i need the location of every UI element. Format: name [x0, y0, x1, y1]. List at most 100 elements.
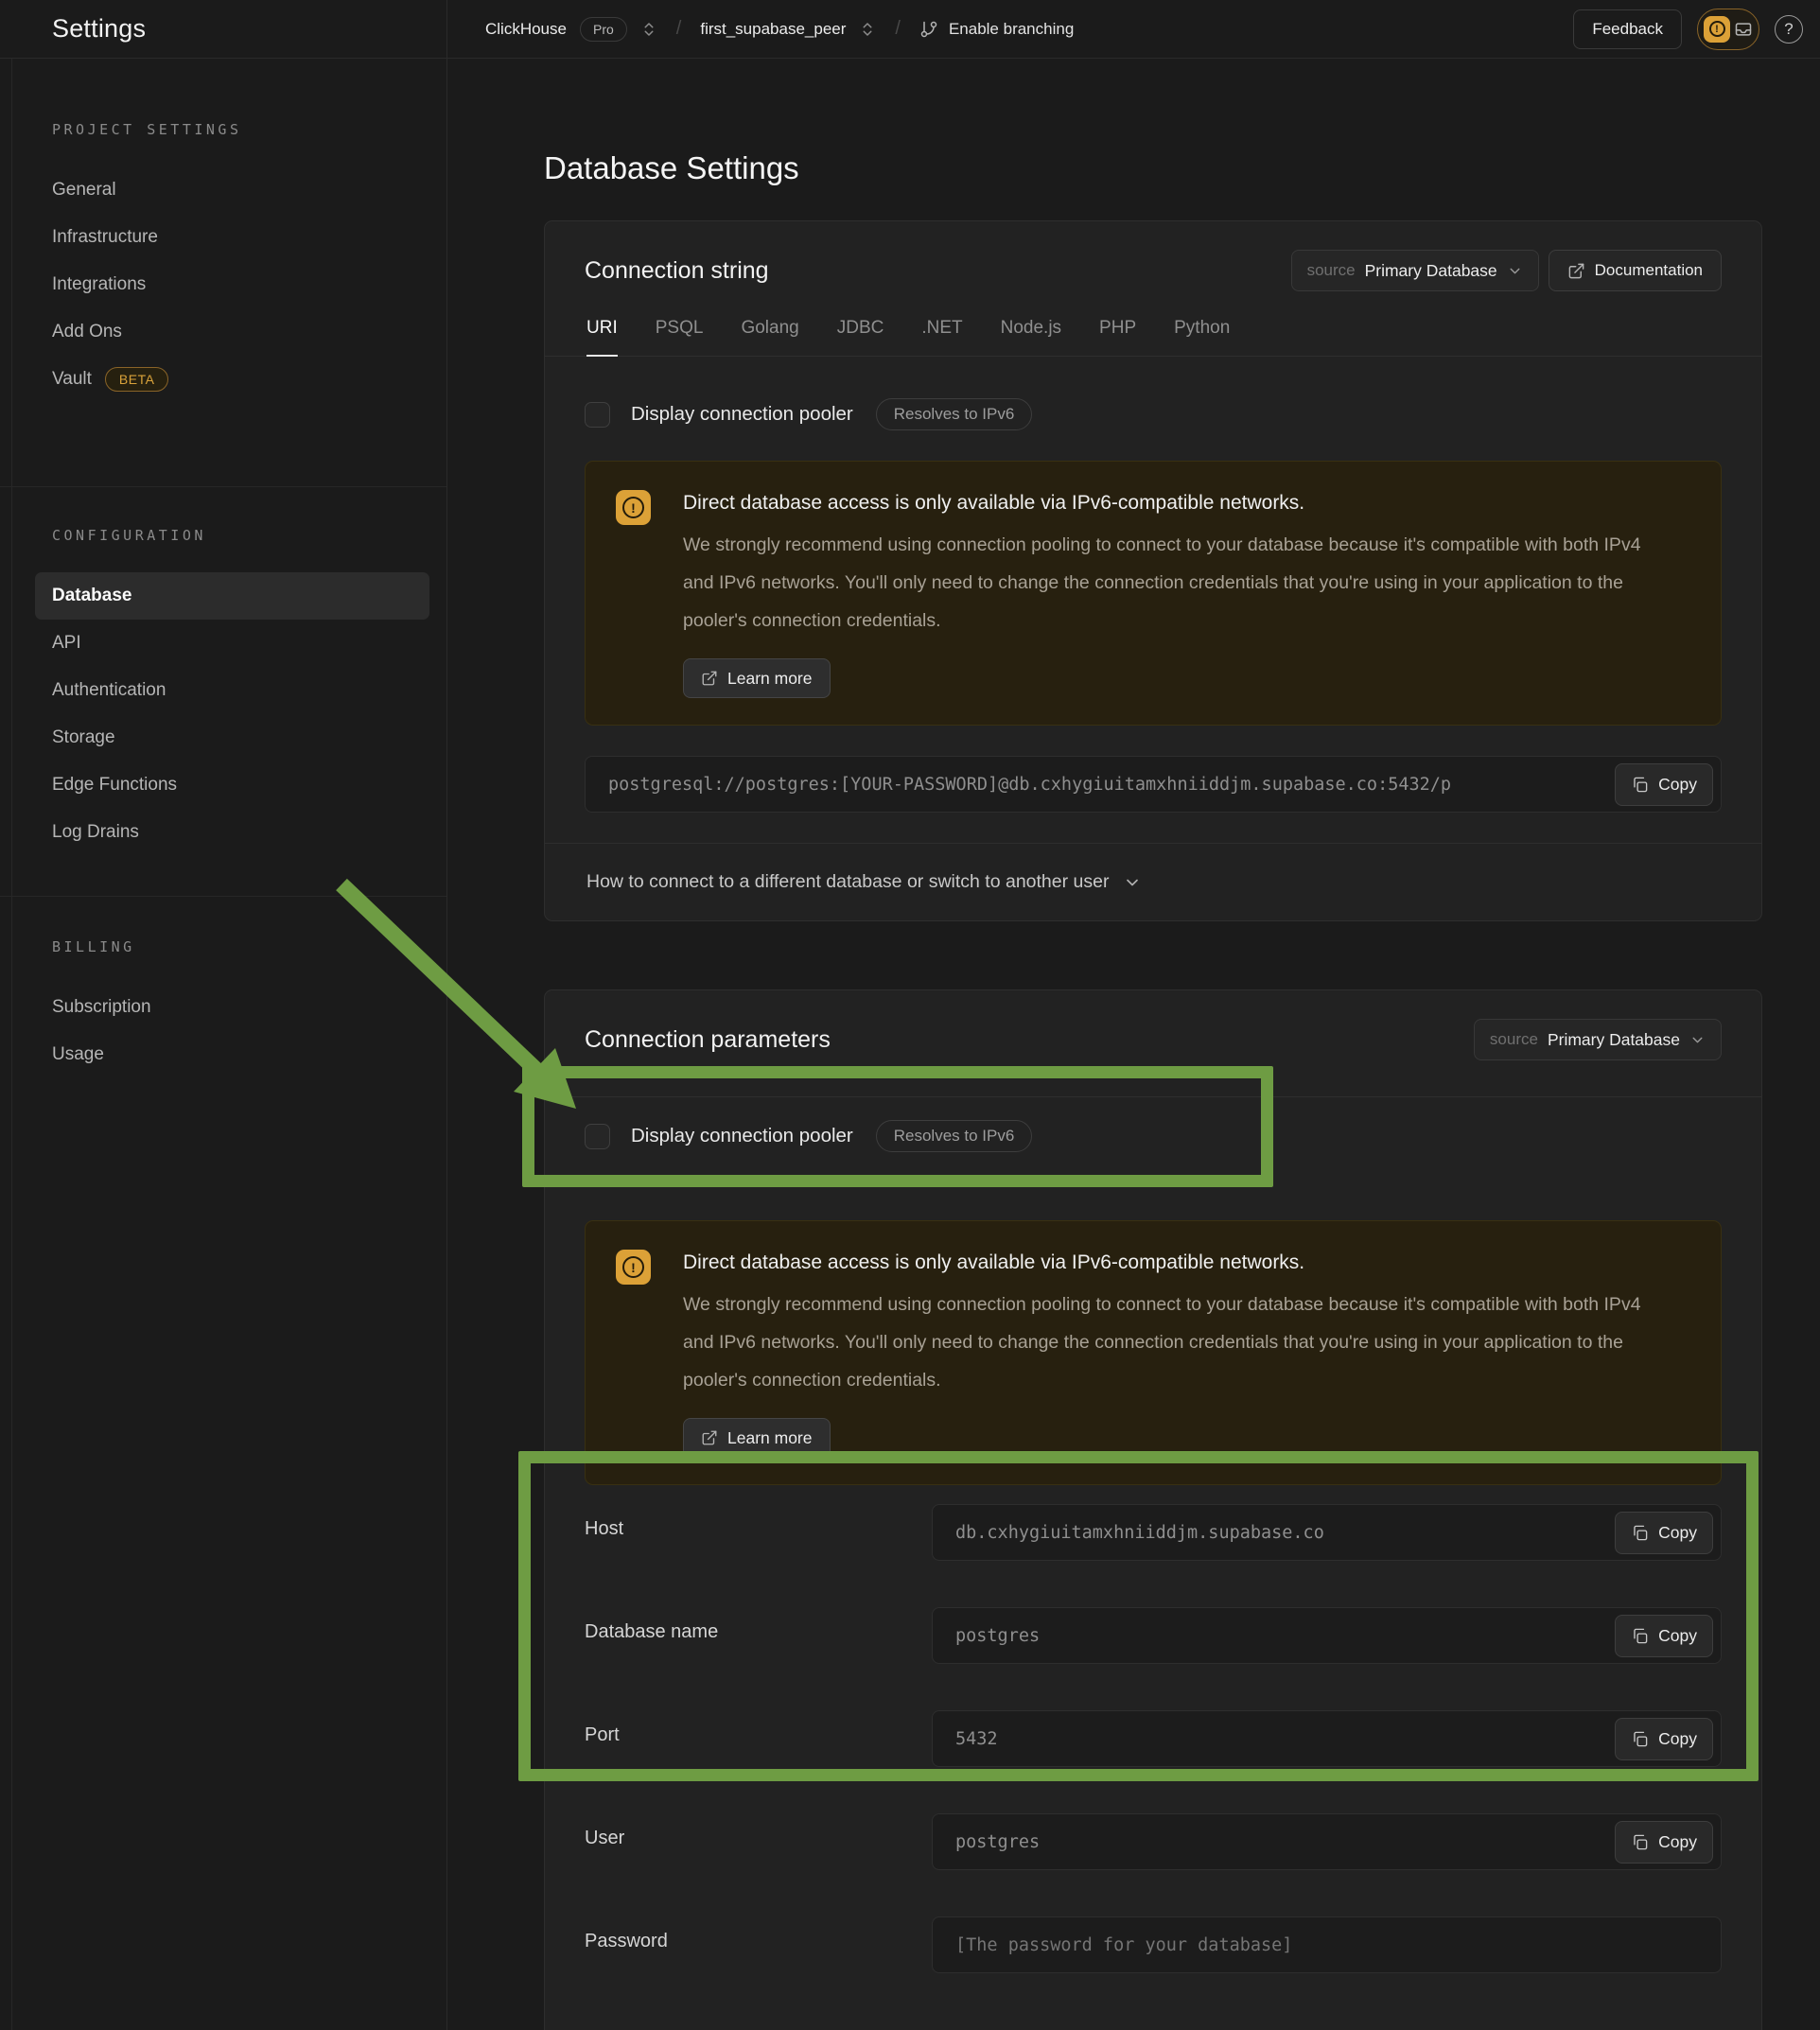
sidebar-item-log-drains[interactable]: Log Drains — [52, 809, 409, 856]
field-label: Database name — [585, 1607, 932, 1643]
sidebar-item-label: Vault — [52, 369, 92, 390]
breadcrumb-divider: / — [671, 18, 688, 40]
learn-more-button[interactable]: Learn more — [683, 658, 831, 698]
copy-button[interactable]: Copy — [1615, 1821, 1713, 1864]
copy-label: Copy — [1658, 1523, 1697, 1543]
resolves-ipv6-badge: Resolves to IPv6 — [876, 1120, 1033, 1152]
connection-parameter-fields: Host Copy Database name — [585, 1504, 1722, 1973]
tab-uri[interactable]: URI — [586, 318, 618, 357]
header-actions: Feedback ! ? — [1573, 0, 1820, 58]
port-input[interactable] — [933, 1711, 1721, 1766]
source-select[interactable]: source Primary Database — [1291, 250, 1539, 291]
pooler-label: Display connection pooler — [631, 1125, 853, 1147]
card-title: Connection string — [585, 257, 769, 285]
connection-string-tabs: URI PSQL Golang JDBC .NET Node.js PHP Py… — [545, 318, 1761, 357]
copy-icon — [1631, 1833, 1649, 1851]
section-label: CONFIGURATION — [52, 527, 409, 544]
user-row: User Copy — [585, 1813, 1722, 1870]
sidebar-item-add-ons[interactable]: Add Ons — [52, 308, 409, 356]
external-link-icon — [701, 1429, 718, 1446]
app-window: Settings ClickHouse Pro / first_supabase… — [0, 0, 1820, 2030]
external-link-icon — [1567, 262, 1585, 280]
chevrons-up-down-icon[interactable] — [640, 21, 657, 38]
tab-python[interactable]: Python — [1174, 318, 1230, 357]
sidebar-item-database[interactable]: Database — [35, 572, 429, 620]
breadcrumb-project[interactable]: first_supabase_peer — [700, 20, 846, 39]
sidebar-item-storage[interactable]: Storage — [52, 714, 409, 761]
documentation-button[interactable]: Documentation — [1549, 250, 1722, 291]
sidebar-item-api[interactable]: API — [52, 620, 409, 667]
connection-help-label: How to connect to a different database o… — [586, 871, 1109, 893]
copy-icon — [1631, 776, 1649, 794]
chevron-down-icon — [1123, 873, 1142, 892]
warning-body: We strongly recommend using connection p… — [683, 526, 1657, 639]
feedback-button[interactable]: Feedback — [1573, 9, 1682, 49]
copy-button[interactable]: Copy — [1615, 763, 1713, 806]
learn-more-label: Learn more — [727, 1428, 813, 1448]
help-button[interactable]: ? — [1775, 15, 1803, 44]
copy-label: Copy — [1658, 1729, 1697, 1749]
host-input[interactable] — [933, 1505, 1721, 1560]
ipv6-warning: ! Direct database access is only availab… — [585, 461, 1722, 726]
copy-button[interactable]: Copy — [1615, 1718, 1713, 1760]
pooler-label: Display connection pooler — [631, 403, 853, 426]
enable-branching-label: Enable branching — [949, 20, 1074, 39]
field-label: Port — [585, 1710, 932, 1746]
copy-icon — [1631, 1524, 1649, 1542]
database-name-row: Database name Copy — [585, 1607, 1722, 1664]
learn-more-label: Learn more — [727, 669, 813, 689]
tab-dotnet[interactable]: .NET — [921, 318, 962, 357]
sidebar-item-usage[interactable]: Usage — [52, 1031, 409, 1078]
copy-icon — [1631, 1730, 1649, 1748]
connection-string-field: Copy — [585, 756, 1722, 813]
copy-button[interactable]: Copy — [1615, 1615, 1713, 1657]
display-connection-pooler-checkbox[interactable] — [585, 402, 610, 428]
chevron-down-icon — [1689, 1032, 1706, 1048]
copy-label: Copy — [1658, 1626, 1697, 1646]
resolves-ipv6-badge: Resolves to IPv6 — [876, 398, 1033, 430]
source-select[interactable]: source Primary Database — [1474, 1019, 1722, 1060]
enable-branching-button[interactable]: Enable branching — [919, 20, 1074, 39]
plan-badge: Pro — [580, 17, 627, 42]
display-connection-pooler-checkbox[interactable] — [585, 1124, 610, 1149]
sidebar-item-edge-functions[interactable]: Edge Functions — [52, 761, 409, 809]
tab-psql[interactable]: PSQL — [656, 318, 704, 357]
chevron-down-icon — [1507, 263, 1523, 279]
sidebar-item-integrations[interactable]: Integrations — [52, 261, 409, 308]
source-select-prefix: source — [1490, 1030, 1538, 1049]
header-title-zone: Settings — [0, 0, 447, 58]
settings-sidebar: PROJECT SETTINGS General Infrastructure … — [0, 59, 447, 2030]
sidebar-item-authentication[interactable]: Authentication — [52, 667, 409, 714]
learn-more-button[interactable]: Learn more — [683, 1418, 831, 1458]
connection-help-toggle[interactable]: How to connect to a different database o… — [545, 843, 1761, 920]
breadcrumb: ClickHouse Pro / first_supabase_peer / E… — [447, 0, 1573, 58]
card-title: Connection parameters — [585, 1026, 831, 1054]
database-name-input[interactable] — [933, 1608, 1721, 1663]
breadcrumb-org[interactable]: ClickHouse — [485, 20, 567, 39]
pooler-row: Display connection pooler Resolves to IP… — [585, 1120, 1722, 1152]
notifications-button[interactable]: ! — [1697, 9, 1759, 50]
chevrons-up-down-icon[interactable] — [859, 21, 876, 38]
ipv6-warning: ! Direct database access is only availab… — [585, 1220, 1722, 1485]
sidebar-item-subscription[interactable]: Subscription — [52, 984, 409, 1031]
sidebar-item-general[interactable]: General — [52, 166, 409, 214]
copy-icon — [1631, 1627, 1649, 1645]
sidebar-item-vault[interactable]: Vault BETA — [52, 356, 409, 403]
tab-php[interactable]: PHP — [1099, 318, 1136, 357]
inbox-icon — [1734, 20, 1753, 39]
breadcrumb-divider: / — [889, 18, 906, 40]
tab-golang[interactable]: Golang — [741, 318, 798, 357]
documentation-label: Documentation — [1595, 261, 1703, 280]
connection-string-card: Connection string source Primary Databas… — [544, 220, 1762, 921]
tab-jdbc[interactable]: JDBC — [837, 318, 884, 357]
tab-nodejs[interactable]: Node.js — [1001, 318, 1061, 357]
source-select-value: Primary Database — [1548, 1030, 1680, 1050]
connection-string-input[interactable] — [586, 757, 1721, 812]
password-input[interactable] — [933, 1917, 1721, 1972]
copy-button[interactable]: Copy — [1615, 1512, 1713, 1554]
field-label: Password — [585, 1916, 932, 1952]
page-title: Database Settings — [544, 150, 1820, 186]
user-input[interactable] — [933, 1814, 1721, 1869]
pooler-row: Display connection pooler Resolves to IP… — [585, 398, 1722, 430]
sidebar-item-infrastructure[interactable]: Infrastructure — [52, 214, 409, 261]
